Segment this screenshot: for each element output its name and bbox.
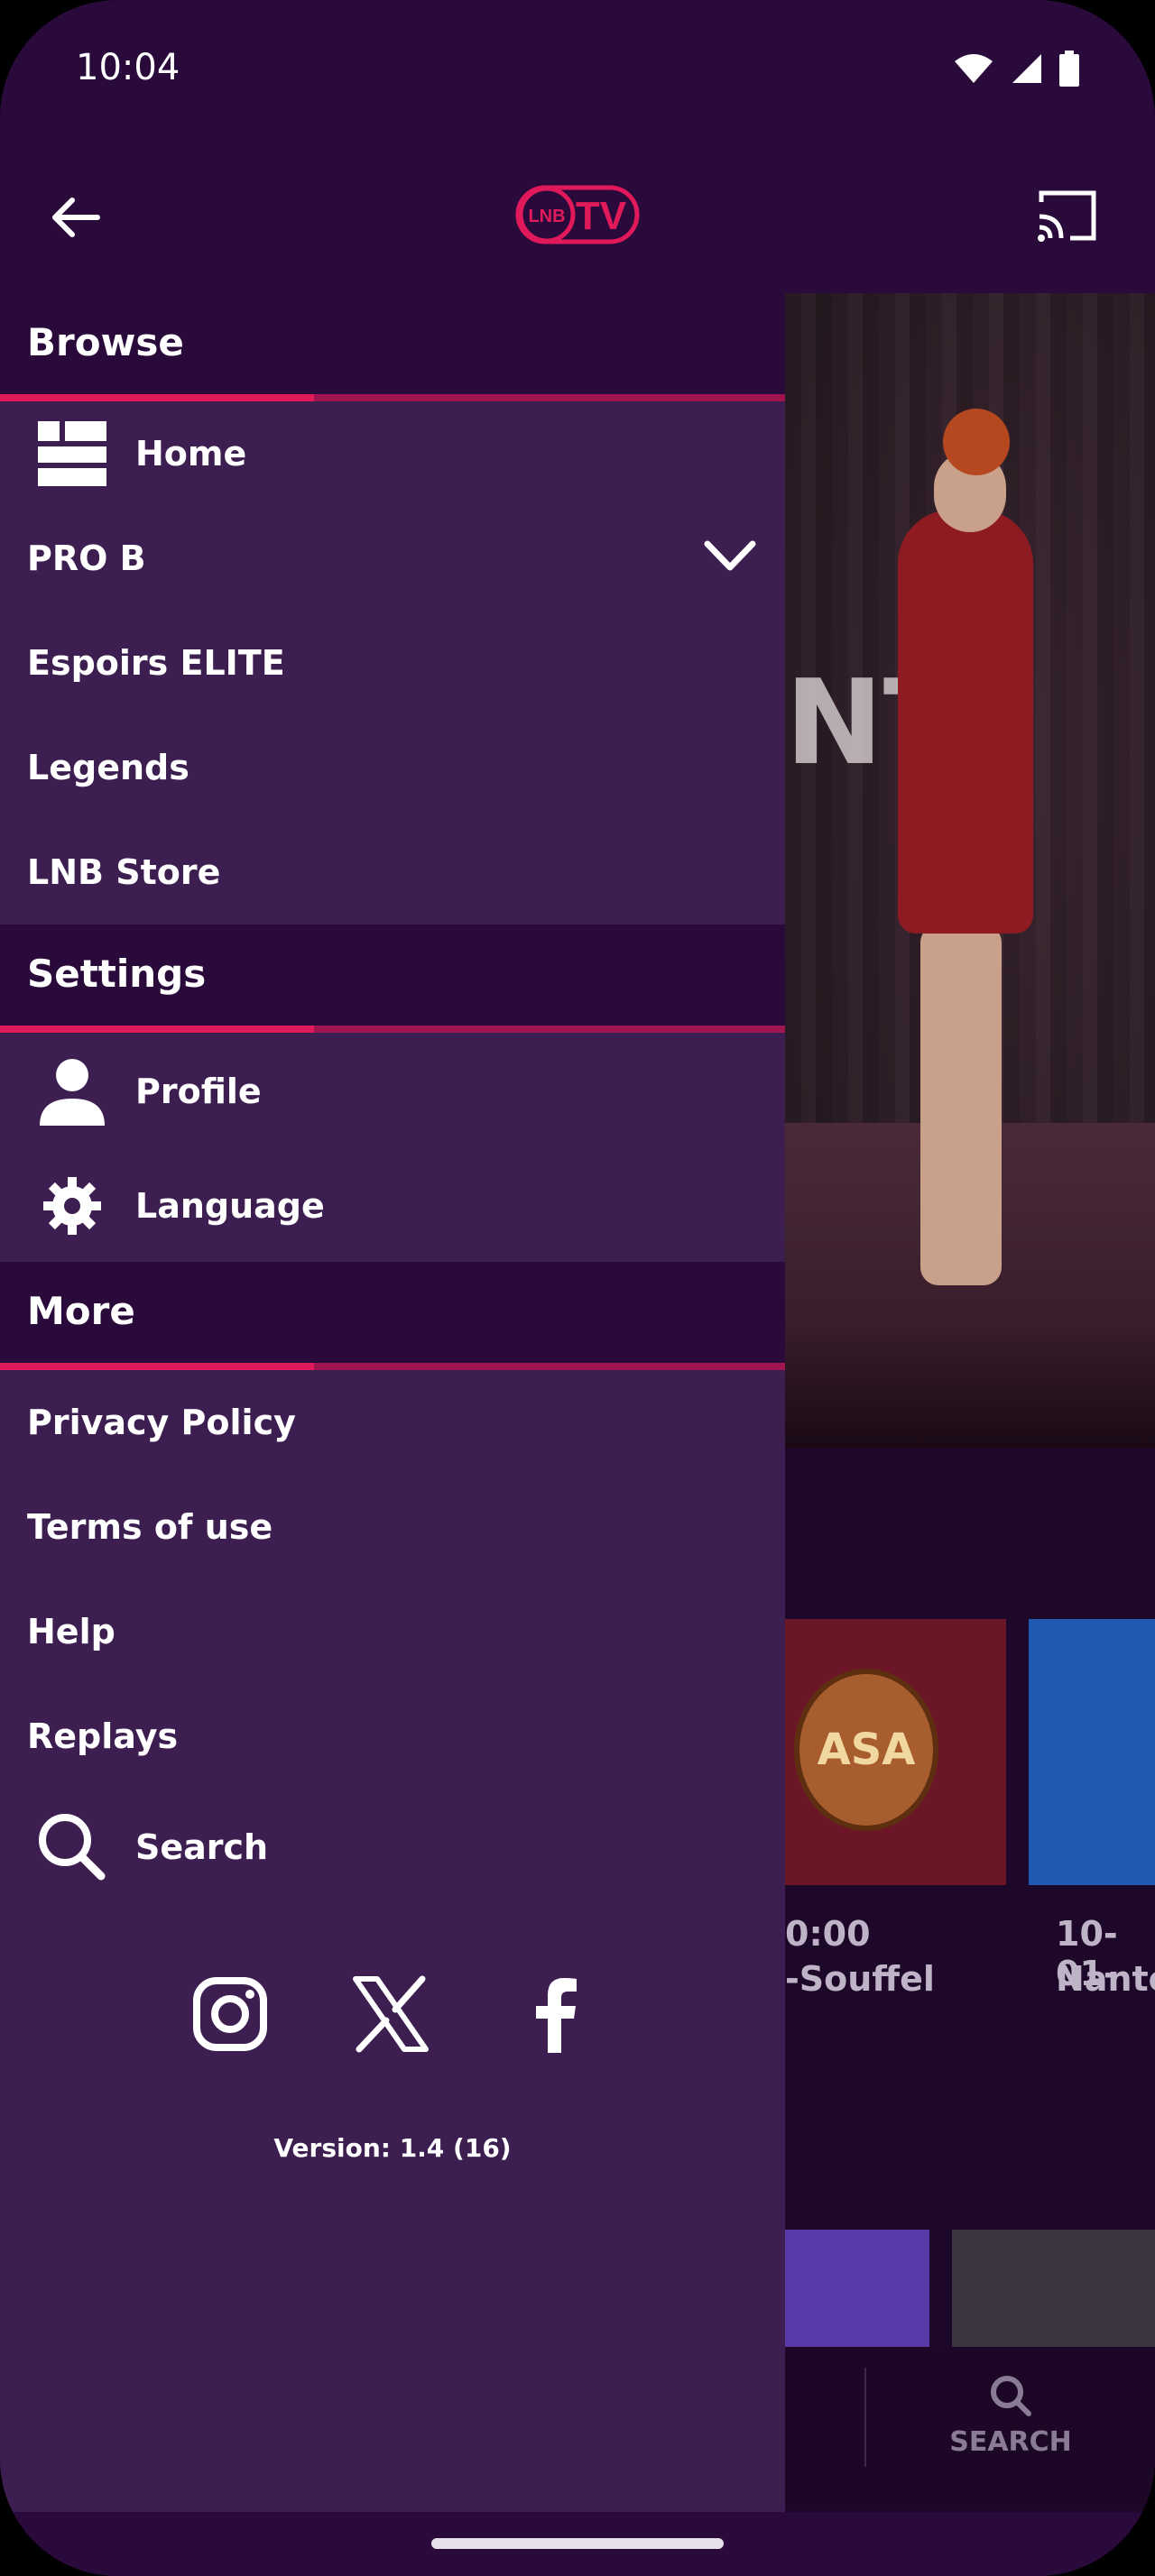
drawer-item-label: Replays — [27, 1716, 179, 1756]
chevron-down-icon[interactable] — [704, 538, 756, 575]
nav-divider — [864, 2368, 866, 2467]
section-divider-accent — [0, 394, 314, 401]
section-title: Browse — [27, 320, 184, 364]
section-header-settings: Settings — [0, 925, 785, 1033]
status-icons — [953, 51, 1079, 87]
cast-icon[interactable] — [1034, 186, 1099, 245]
logo-badge: LNB — [528, 207, 565, 226]
drawer-item-espoirs-elite[interactable]: Espoirs ELITE — [0, 611, 785, 715]
drawer-item-pro-b[interactable]: PRO B — [0, 506, 785, 611]
section-title: Settings — [27, 952, 207, 996]
drawer-item-label: Terms of use — [27, 1507, 273, 1547]
drawer-item-legends[interactable]: Legends — [0, 715, 785, 820]
match-card-team: Nante — [1056, 1959, 1155, 1999]
drawer-item-lnb-store[interactable]: LNB Store — [0, 820, 785, 925]
home-gesture-bar[interactable] — [431, 2538, 724, 2549]
logo-text: TV — [576, 194, 627, 238]
drawer-item-label: Search — [135, 1827, 269, 1867]
section-divider-accent — [0, 1026, 314, 1033]
drawer-item-help[interactable]: Help — [0, 1579, 785, 1684]
home-grid-icon — [18, 401, 126, 506]
match-card-time: 0:00 — [785, 1914, 871, 1954]
match-card-team: -Souffel — [785, 1959, 935, 1999]
drawer-item-privacy-policy[interactable]: Privacy Policy — [0, 1370, 785, 1475]
section-header-browse: Browse — [0, 293, 785, 401]
drawer-item-label: Legends — [27, 748, 189, 787]
drawer-item-label: Privacy Policy — [27, 1403, 296, 1442]
drawer-item-terms-of-use[interactable]: Terms of use — [0, 1475, 785, 1579]
player-figure — [898, 510, 1033, 934]
drawer-item-label: PRO B — [27, 538, 146, 578]
wifi-icon — [955, 54, 993, 83]
drawer-item-label: Espoirs ELITE — [27, 643, 285, 683]
person-icon — [18, 1039, 126, 1144]
social-links — [0, 1971, 785, 2079]
section-title: More — [27, 1289, 135, 1333]
instagram-icon[interactable] — [189, 1971, 271, 2057]
hero-banner[interactable]: NT — [785, 293, 1155, 1448]
gear-icon — [18, 1154, 126, 1258]
search-icon — [991, 2376, 1031, 2416]
drawer-item-profile[interactable]: Profile — [0, 1033, 785, 1150]
navigation-drawer: Browse Home PRO B Espoirs ELITE Legends … — [0, 293, 785, 2512]
drawer-item-language[interactable]: Language — [0, 1150, 785, 1262]
match-card-thumbnail[interactable] — [1029, 1619, 1155, 1885]
drawer-item-label: Language — [135, 1186, 325, 1226]
drawer-item-label: Home — [135, 434, 247, 474]
basketball — [943, 409, 1010, 475]
drawer-item-label: Help — [27, 1612, 116, 1651]
app-version: Version: 1.4 (16) — [273, 2133, 512, 2163]
battery-icon — [1059, 51, 1079, 87]
drawer-item-home[interactable]: Home — [0, 401, 785, 506]
search-icon — [18, 1795, 126, 1900]
video-thumbnail[interactable] — [785, 2230, 929, 2347]
status-time: 10:04 — [76, 47, 180, 88]
nav-search-label: SEARCH — [949, 2426, 1072, 2458]
facebook-icon[interactable] — [516, 1971, 597, 2057]
section-header-more: More — [0, 1262, 785, 1370]
player-legs — [920, 925, 1002, 1285]
phone-screen: 10:04 LNB TV NT ASA 0:00 -Souffel 10-01-… — [0, 0, 1155, 2576]
video-thumbnail[interactable] — [952, 2230, 1155, 2347]
team-logo: ASA — [794, 1669, 938, 1831]
drawer-item-label: Profile — [135, 1072, 262, 1111]
x-icon[interactable] — [350, 1971, 431, 2057]
nav-search-tab[interactable]: SEARCH — [938, 2372, 1083, 2458]
app-bar: LNB TV — [0, 135, 1155, 293]
drawer-item-replays[interactable]: Replays — [0, 1684, 785, 1789]
lnb-tv-logo: LNB TV — [514, 182, 641, 247]
drawer-item-search[interactable]: Search — [0, 1789, 785, 1906]
section-divider-accent — [0, 1363, 314, 1370]
status-bar: 10:04 — [0, 0, 1155, 135]
signal-icon — [1012, 54, 1041, 83]
drawer-item-label: LNB Store — [27, 852, 221, 892]
back-arrow-icon[interactable] — [43, 186, 106, 249]
